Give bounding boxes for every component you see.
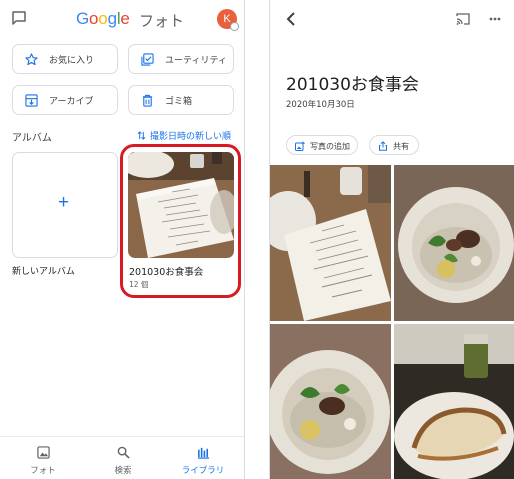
album-detail-screen: 201030お食事会 2020年10月30日 写真の追加 共有 [269, 0, 514, 479]
share-button[interactable]: 共有 [369, 135, 419, 155]
nav-photos[interactable]: フォト [8, 437, 78, 479]
avatar-badge-icon [230, 22, 239, 31]
album-date: 2020年10月30日 [286, 100, 355, 110]
menu-card-image [270, 165, 391, 321]
sort-label: 撮影日時の新しい順 [150, 132, 232, 142]
utilities-label: ユーティリティ [165, 56, 227, 66]
add-photos-button[interactable]: 写真の追加 [286, 135, 358, 155]
library-screen: Google フォト K お気に入り ユーティリティ アーカイブ ゴミ箱 アルバ… [0, 0, 245, 479]
photo-bread[interactable] [394, 324, 514, 479]
utilities-icon [141, 53, 154, 66]
nav-library[interactable]: ライブラリ [168, 437, 238, 479]
add-photos-label: 写真の追加 [310, 142, 350, 151]
utilities-button[interactable]: ユーティリティ [128, 44, 234, 74]
nav-search-label: 検索 [114, 466, 132, 476]
search-icon [117, 446, 130, 459]
trash-icon [142, 94, 153, 107]
highlight-annotation [120, 144, 241, 298]
photo-dish-2[interactable] [270, 324, 391, 479]
google-photos-logo: Google [76, 9, 130, 28]
archive-icon [25, 94, 38, 107]
album-heading: 201030お食事会 [286, 75, 419, 95]
back-arrow-icon[interactable] [284, 11, 298, 27]
archive-label: アーカイブ [49, 97, 94, 107]
star-icon [25, 53, 38, 66]
albums-section-title: アルバム [12, 133, 52, 144]
more-vert-icon[interactable] [488, 12, 502, 26]
add-photo-icon [295, 141, 305, 151]
nav-library-label: ライブラリ [181, 466, 225, 476]
chat-icon[interactable] [11, 10, 27, 26]
photo-menu-card[interactable] [270, 165, 391, 321]
nav-photos-label: フォト [30, 466, 56, 476]
photo-dish-1[interactable] [394, 165, 514, 321]
sort-button[interactable]: 撮影日時の新しい順 [137, 129, 231, 142]
library-icon [197, 447, 210, 459]
logo-suffix: フォト [139, 12, 185, 30]
share-icon [379, 141, 387, 151]
trash-button[interactable]: ゴミ箱 [128, 85, 234, 115]
top-app-bar: Google フォト K [0, 0, 244, 38]
sort-icon [137, 131, 146, 140]
favorites-button[interactable]: お気に入り [12, 44, 118, 74]
trash-label: ゴミ箱 [165, 97, 193, 107]
archive-button[interactable]: アーカイブ [12, 85, 118, 115]
share-label: 共有 [393, 142, 409, 151]
dish-image-2 [270, 324, 391, 479]
dish-image-1 [394, 165, 514, 321]
bottom-navigation: フォト 検索 ライブラリ [0, 436, 244, 479]
new-album-label: 新しいアルバム [12, 267, 75, 277]
cast-icon[interactable] [456, 12, 470, 26]
new-album-tile[interactable]: + [12, 152, 118, 258]
photo-icon [37, 446, 50, 459]
nav-search[interactable]: 検索 [88, 437, 158, 479]
bread-image [394, 324, 514, 479]
favorites-label: お気に入り [49, 56, 95, 66]
plus-icon: + [58, 192, 70, 213]
